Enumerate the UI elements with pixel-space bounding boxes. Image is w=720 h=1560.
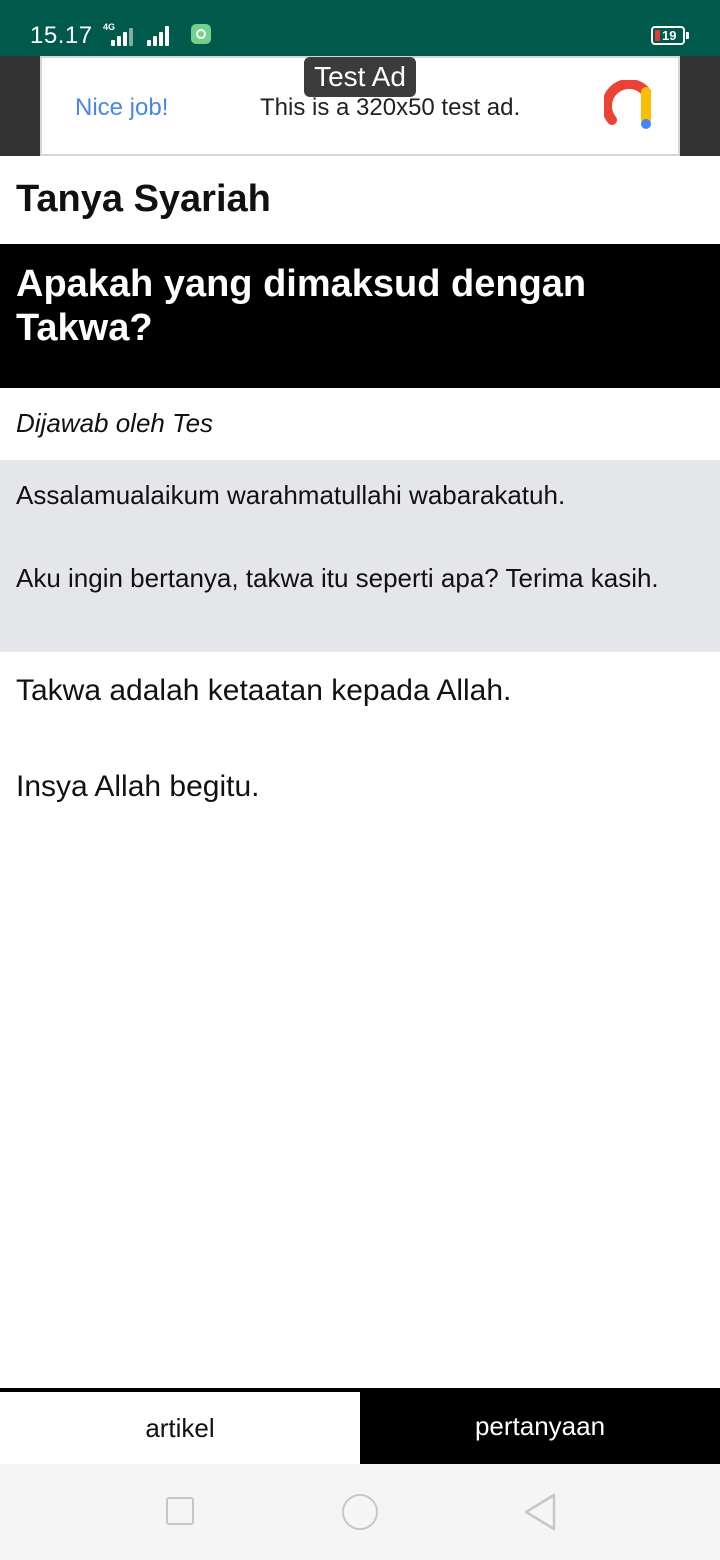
notification-app-icon — [191, 24, 211, 44]
status-bar: 15.17 4G 19 — [0, 0, 720, 56]
question-greeting: Assalamualaikum warahmatullahi wabarakat… — [16, 480, 566, 510]
page-title: Tanya Syariah — [16, 178, 271, 220]
battery-icon: 19 — [651, 26, 685, 45]
tab-pertanyaan[interactable]: pertanyaan — [360, 1388, 720, 1464]
back-icon[interactable] — [522, 1492, 558, 1532]
answered-by: Dijawab oleh Tes — [16, 408, 214, 438]
admob-logo-icon[interactable] — [604, 80, 656, 132]
ad-headline[interactable]: Nice job! — [75, 94, 168, 122]
network-type: 4G — [103, 22, 116, 32]
question-title: Apakah yang dimaksud dengan Takwa? — [16, 263, 587, 349]
status-time: 15.17 — [30, 22, 93, 49]
home-icon[interactable] — [342, 1494, 378, 1530]
ad-test-label: Test Ad — [304, 57, 416, 97]
battery-level: 19 — [662, 28, 677, 43]
question-text: Aku ingin bertanya, takwa itu seperti ap… — [16, 563, 659, 593]
signal-icon: 4G — [103, 22, 175, 46]
answer-closing: Insya Allah begitu. — [16, 770, 260, 803]
tab-artikel[interactable]: artikel — [0, 1392, 360, 1464]
ad-body[interactable]: This is a 320x50 test ad. — [260, 94, 520, 122]
answer-text: Takwa adalah ketaatan kepada Allah. — [16, 674, 512, 707]
recent-apps-icon[interactable] — [166, 1497, 194, 1525]
